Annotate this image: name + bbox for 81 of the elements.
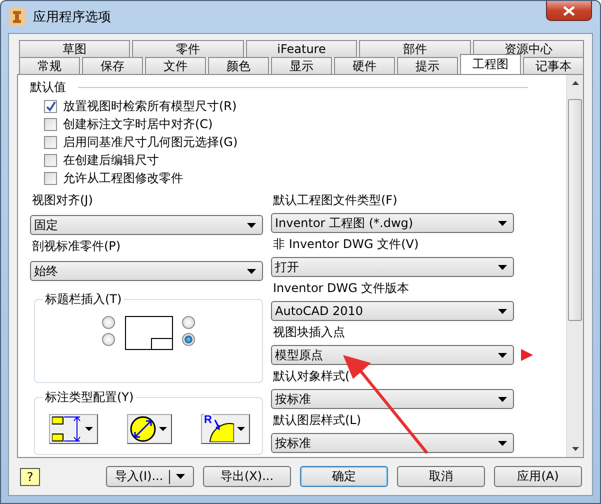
field-label: 视图块插入点 — [273, 324, 346, 340]
dropdown[interactable]: 固定 — [30, 215, 263, 235]
tab[interactable]: 资源中心 — [472, 40, 584, 57]
tab[interactable]: 记事本 — [523, 57, 584, 74]
diameter-icon — [130, 416, 156, 442]
dimension-type-button[interactable]: R — [201, 414, 250, 444]
dropdown[interactable]: Inventor 工程图 (*.dwg) — [271, 213, 514, 233]
dropdown[interactable]: 按标准 — [271, 389, 514, 409]
sheet-drawing — [124, 316, 172, 350]
dialog-button[interactable]: 确定 — [300, 466, 388, 487]
checkbox[interactable] — [44, 154, 57, 166]
radio-button[interactable] — [182, 333, 195, 346]
tab[interactable]: 常规 — [19, 57, 80, 74]
tab[interactable]: 颜色 — [208, 57, 269, 74]
caret-icon — [159, 427, 167, 431]
caret-icon — [498, 352, 507, 358]
checkbox-label: 放置视图时检索所有模型尺寸(R) — [63, 98, 237, 114]
dialog-button[interactable]: 导出(X)... — [203, 466, 291, 487]
group-title: 标注类型配置(Y) — [43, 389, 136, 406]
scrollbar-thumb[interactable] — [568, 99, 582, 321]
down-arrow-icon — [572, 447, 578, 451]
field-label: 默认对象样式( — [273, 368, 351, 384]
checkbox-label: 允许从工程图修改零件 — [63, 170, 183, 186]
caret-icon — [498, 220, 507, 226]
tab[interactable]: 工程图 — [460, 54, 521, 74]
dialog-button[interactable]: 导入(I)... — [106, 466, 194, 487]
tab[interactable]: 硬件 — [334, 57, 395, 74]
checkbox[interactable] — [44, 172, 57, 184]
checkbox[interactable] — [44, 136, 57, 148]
caret-icon — [247, 222, 256, 228]
field-label: 视图对齐(J) — [32, 192, 94, 208]
caret-icon — [85, 427, 93, 431]
radio-button[interactable] — [182, 316, 195, 329]
section-title: 默认值 — [30, 79, 66, 96]
close-icon — [563, 6, 575, 16]
tab[interactable]: 文件 — [145, 57, 206, 74]
radius-symbol: R — [204, 414, 212, 426]
app-icon — [9, 8, 25, 26]
tab[interactable]: 零件 — [132, 40, 244, 57]
scrollbar[interactable] — [566, 75, 583, 457]
field-label: Inventor DWG 文件版本 — [273, 280, 410, 296]
field-label: 默认工程图文件类型(F) — [273, 192, 398, 208]
tab[interactable]: 部件 — [359, 40, 471, 57]
caret-icon — [237, 427, 245, 431]
caret-icon — [247, 268, 256, 274]
dialog-button[interactable]: 取消 — [397, 466, 485, 487]
checkbox-label: 创建标注文字时居中对齐(C) — [63, 116, 213, 132]
caret-icon — [498, 396, 507, 402]
dialog-button[interactable]: 应用(A) — [494, 466, 582, 487]
dropdown[interactable]: 按标准 — [271, 433, 514, 453]
close-button[interactable] — [546, 1, 592, 21]
tab[interactable]: 草图 — [19, 40, 130, 57]
dropdown[interactable]: 模型原点 — [271, 345, 514, 365]
dropdown[interactable]: AutoCAD 2010 — [271, 301, 514, 321]
caret-icon — [176, 474, 186, 479]
radio-button[interactable] — [102, 333, 115, 346]
tab[interactable]: 提示 — [397, 57, 458, 74]
dimension-type-button[interactable] — [49, 414, 98, 444]
caret-icon — [498, 440, 507, 446]
tab[interactable]: 显示 — [271, 57, 332, 74]
tab[interactable]: iFeature — [246, 40, 358, 57]
up-arrow-icon — [572, 81, 578, 85]
triangle-marker-icon — [521, 349, 533, 361]
field-label: 默认图层样式(L) — [273, 412, 362, 428]
field-label: 剖视标准零件(P) — [32, 238, 122, 254]
radio-button[interactable] — [102, 316, 115, 329]
caret-icon — [498, 264, 507, 270]
window-title: 应用程序选项 — [33, 9, 111, 26]
help-button[interactable]: ? — [20, 468, 40, 486]
dimension-type-button[interactable] — [127, 414, 172, 444]
dropdown[interactable]: 打开 — [271, 257, 514, 277]
linear-dimension-icon — [52, 416, 82, 442]
checkbox[interactable] — [44, 118, 57, 130]
caret-icon — [498, 308, 507, 314]
dropdown[interactable]: 始终 — [30, 261, 263, 281]
checkbox-label: 在创建后编辑尺寸 — [63, 152, 159, 168]
field-label: 非 Inventor DWG 文件(V) — [273, 236, 420, 252]
checkbox-label: 启用同基准尺寸几何图元选择(G) — [63, 134, 238, 150]
checkbox[interactable] — [44, 100, 57, 112]
tab[interactable]: 保存 — [82, 57, 143, 74]
group-title: 标题栏插入(T) — [43, 291, 124, 308]
